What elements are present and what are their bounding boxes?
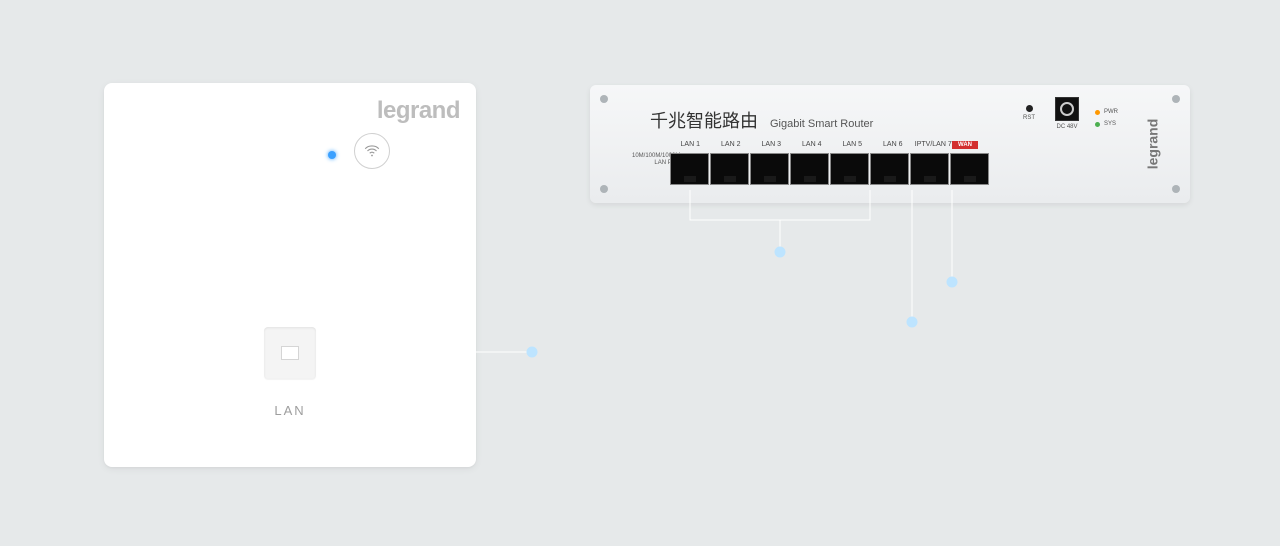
screw-icon	[600, 185, 608, 193]
eth-port-wan[interactable]	[950, 153, 989, 185]
status-leds: PWR SYS	[1095, 109, 1118, 133]
eth-port-iptv[interactable]	[910, 153, 949, 185]
port-label: LAN 3	[751, 141, 792, 148]
sys-led-icon	[1095, 122, 1100, 127]
port-label: LAN 2	[711, 141, 752, 148]
dc-power-area: DC 48V	[1055, 97, 1079, 130]
pwr-led-icon	[1095, 110, 1100, 115]
gigabit-smart-router: 千兆智能路由 Gigabit Smart Router legrand 10M/…	[590, 85, 1190, 203]
rj45-icon	[281, 346, 299, 360]
status-led-icon	[328, 151, 336, 159]
eth-port-lan4[interactable]	[790, 153, 829, 185]
router-title: 千兆智能路由 Gigabit Smart Router	[650, 107, 873, 133]
port-labels-row: LAN 1 LAN 2 LAN 3 LAN 4 LAN 5 LAN 6 IPTV…	[670, 141, 954, 148]
wall-access-point: legrand LAN	[104, 83, 476, 467]
wifi-button[interactable]	[354, 133, 390, 169]
dc-jack-icon[interactable]	[1055, 97, 1079, 121]
dc-label: DC 48V	[1055, 124, 1079, 130]
reset-button[interactable]	[1026, 105, 1033, 112]
wan-label: WAN	[952, 141, 978, 149]
wifi-icon	[363, 142, 381, 160]
eth-port-lan2[interactable]	[710, 153, 749, 185]
router-title-cn: 千兆智能路由	[650, 107, 758, 133]
sys-label: SYS	[1104, 121, 1116, 127]
lan-port[interactable]	[264, 327, 316, 379]
port-label: LAN 6	[873, 141, 914, 148]
port-label: LAN 5	[832, 141, 873, 148]
port-label: LAN 4	[792, 141, 833, 148]
ethernet-ports-row	[670, 153, 989, 185]
port-label: LAN 1	[670, 141, 711, 148]
reset-area: RST	[1023, 105, 1035, 121]
pwr-label: PWR	[1104, 109, 1118, 115]
lan-label: LAN	[274, 403, 305, 418]
router-brand-label: legrand	[1145, 119, 1161, 170]
eth-port-lan5[interactable]	[830, 153, 869, 185]
router-title-en: Gigabit Smart Router	[770, 118, 873, 130]
port-label: IPTV/LAN 7	[913, 141, 954, 148]
wallplate-brand-label: legrand	[377, 97, 460, 125]
eth-port-lan3[interactable]	[750, 153, 789, 185]
eth-port-lan6[interactable]	[870, 153, 909, 185]
reset-label: RST	[1023, 115, 1035, 121]
eth-port-lan1[interactable]	[670, 153, 709, 185]
screw-icon	[1172, 185, 1180, 193]
